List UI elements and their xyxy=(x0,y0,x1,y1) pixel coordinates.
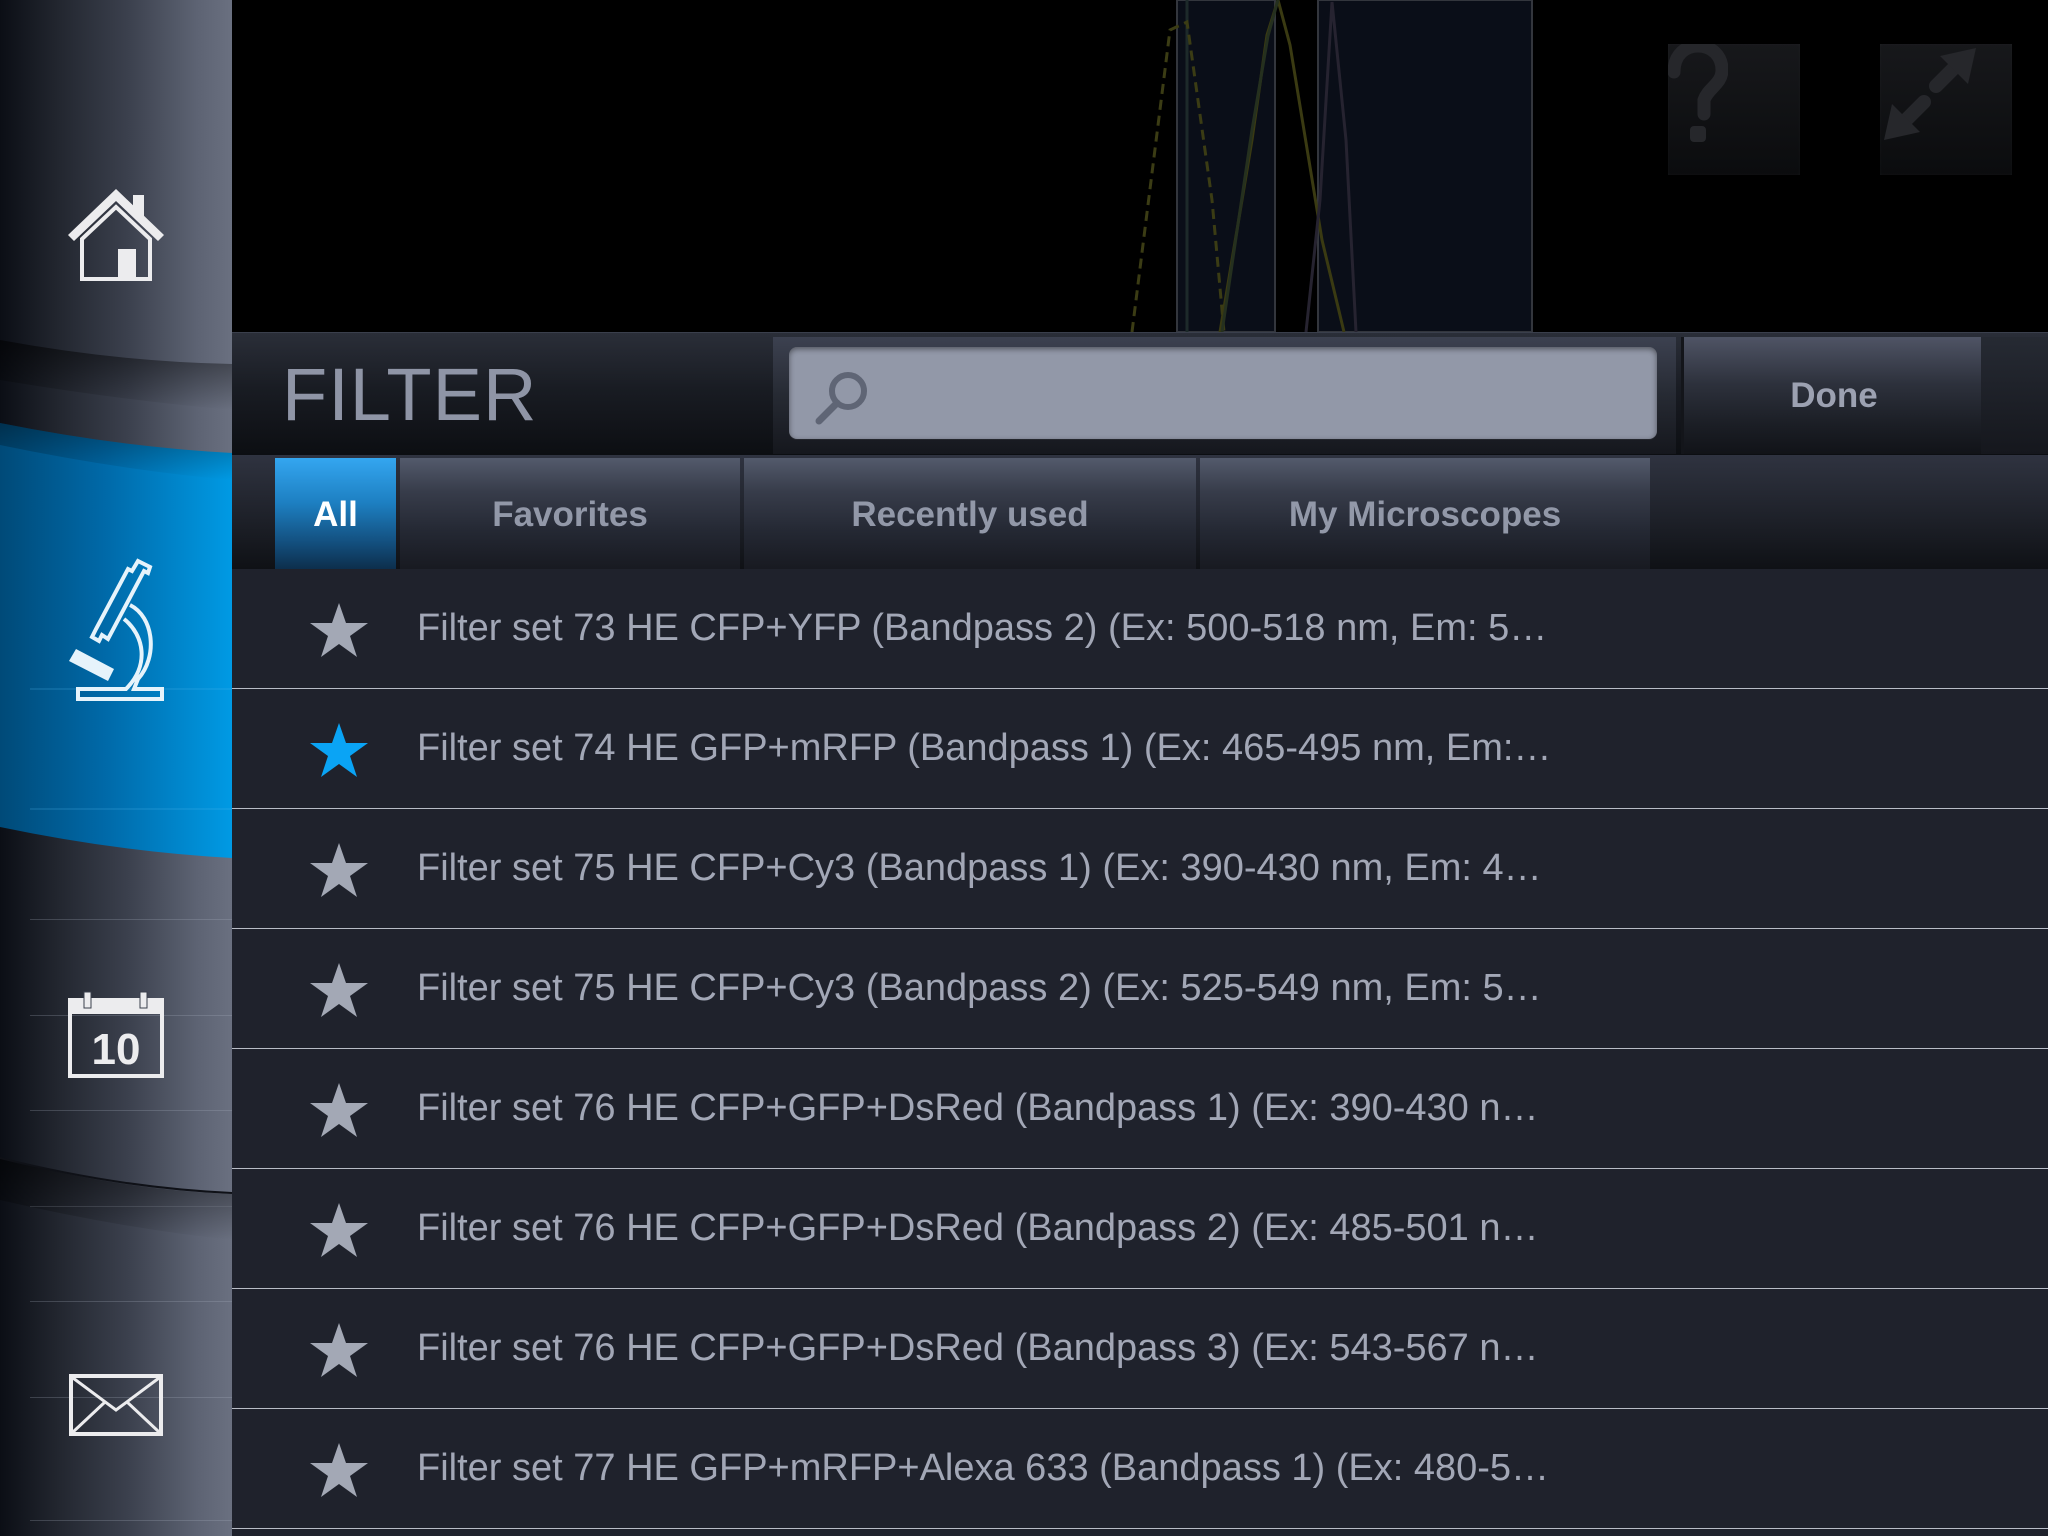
favorite-star-icon[interactable] xyxy=(310,843,368,897)
filter-name: Filter set 74 HE GFP+mRFP (Bandpass 1) (… xyxy=(417,727,1552,769)
filter-row[interactable]: Filter set 77 HE GFP+mRFP+Alexa 633 (Ban… xyxy=(232,1409,2048,1529)
filter-row[interactable]: Filter set 75 HE CFP+Cy3 (Bandpass 2) (E… xyxy=(232,929,2048,1049)
tab-all[interactable]: All xyxy=(275,458,396,571)
filter-row[interactable]: Filter set 73 HE CFP+YFP (Bandpass 2) (E… xyxy=(232,569,2048,689)
tab-my-microscopes[interactable]: My Microscopes xyxy=(1200,458,1650,571)
favorite-star-icon[interactable] xyxy=(310,963,368,1017)
tab-recently-used[interactable]: Recently used xyxy=(744,458,1196,571)
calendar-icon: 10 xyxy=(68,991,164,1078)
question-icon xyxy=(1668,44,1728,142)
expand-arrows-icon xyxy=(1884,48,1976,140)
filter-row[interactable]: Filter set 76 HE CFP+GFP+DsRed (Bandpass… xyxy=(232,1169,2048,1289)
search-input[interactable] xyxy=(789,347,1657,439)
filter-tabs: All Favorites Recently used My Microscop… xyxy=(232,455,2048,575)
filter-name: Filter set 75 HE CFP+Cy3 (Bandpass 2) (E… xyxy=(417,967,1542,1009)
calendar-day: 10 xyxy=(92,1025,141,1074)
tab-favorites[interactable]: Favorites xyxy=(400,458,740,571)
fullscreen-button[interactable] xyxy=(1880,44,2012,175)
done-button[interactable]: Done xyxy=(1681,337,1984,454)
excitation-band xyxy=(1176,0,1276,332)
filter-name: Filter set 73 HE CFP+YFP (Bandpass 2) (E… xyxy=(417,607,1548,649)
header-end-cap xyxy=(1981,337,2048,454)
favorite-star-active-icon[interactable] xyxy=(310,723,368,777)
filter-header: FILTER Done xyxy=(232,332,2048,456)
filter-row[interactable]: Filter set 76 HE CFP+GFP+DsRed (Bandpass… xyxy=(232,1049,2048,1169)
spectrum-view-background xyxy=(232,0,2048,332)
sidebar-item-calendar[interactable]: 10 xyxy=(0,970,232,1100)
favorite-star-icon[interactable] xyxy=(310,1323,368,1377)
favorite-star-icon[interactable] xyxy=(310,1203,368,1257)
emission-band xyxy=(1317,0,1533,332)
sidebar-nav: 10 xyxy=(0,0,232,1536)
favorite-star-icon[interactable] xyxy=(310,1443,368,1497)
filter-name: Filter set 76 HE CFP+GFP+DsRed (Bandpass… xyxy=(417,1327,1539,1369)
sidebar-item-home[interactable] xyxy=(0,160,232,310)
filter-name: Filter set 76 HE CFP+GFP+DsRed (Bandpass… xyxy=(417,1087,1539,1129)
filter-name: Filter set 76 HE CFP+GFP+DsRed (Bandpass… xyxy=(417,1207,1539,1249)
search-container xyxy=(773,337,1676,454)
mail-icon xyxy=(69,1374,163,1436)
filter-name: Filter set 75 HE CFP+Cy3 (Bandpass 1) (E… xyxy=(417,847,1542,889)
filter-name: Filter set 77 HE GFP+mRFP+Alexa 633 (Ban… xyxy=(417,1447,1550,1489)
filter-row[interactable]: Filter set 75 HE CFP+Cy3 (Bandpass 1) (E… xyxy=(232,809,2048,929)
favorite-star-icon[interactable] xyxy=(310,1083,368,1137)
favorite-star-icon[interactable] xyxy=(310,603,368,657)
filter-list: Filter set 73 HE CFP+YFP (Bandpass 2) (E… xyxy=(232,569,2048,1536)
sidebar-item-microscope[interactable] xyxy=(0,540,232,720)
help-button[interactable] xyxy=(1668,44,1800,175)
microscope-icon xyxy=(69,558,164,701)
filter-row[interactable]: Filter set 74 HE GFP+mRFP (Bandpass 1) (… xyxy=(232,689,2048,809)
filter-row[interactable]: Filter set 76 HE CFP+GFP+DsRed (Bandpass… xyxy=(232,1289,2048,1409)
page-title: FILTER xyxy=(282,353,538,436)
home-icon xyxy=(68,189,164,281)
sidebar-item-mail[interactable] xyxy=(0,1340,232,1470)
